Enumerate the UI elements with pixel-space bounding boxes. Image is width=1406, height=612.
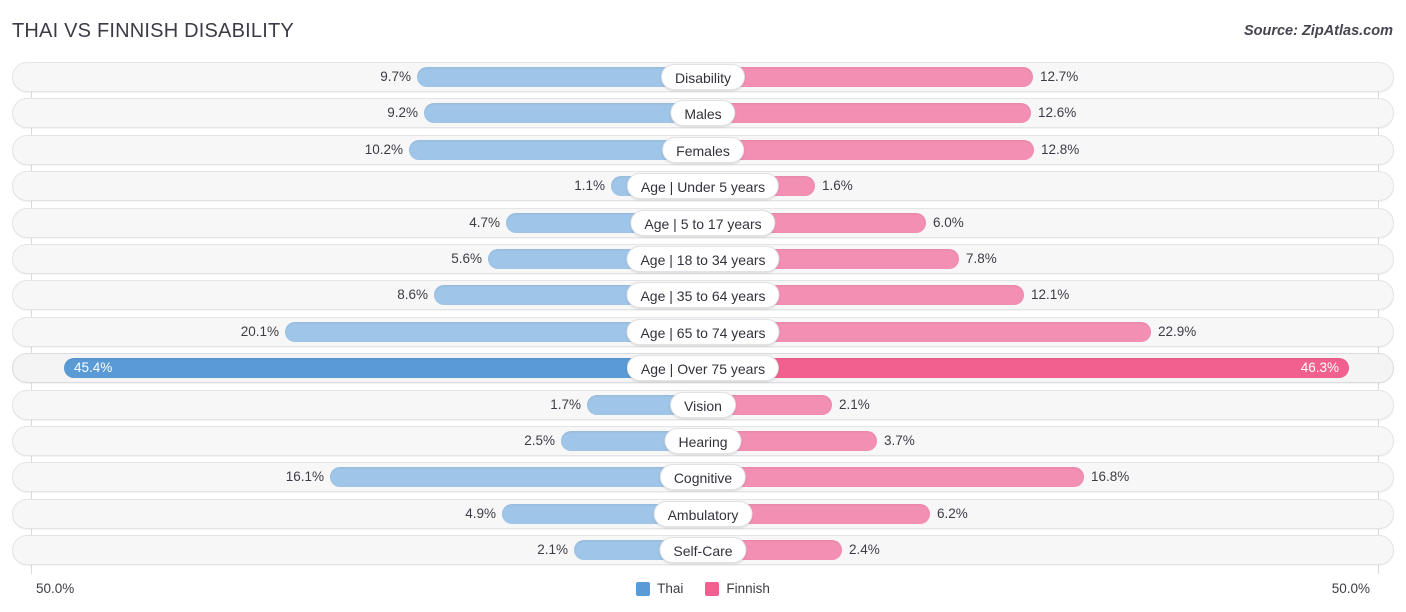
thai-value-label: 20.1%	[240, 323, 279, 339]
page-title: THAI VS FINNISH DISABILITY	[12, 20, 294, 42]
thai-value-label: 8.6%	[397, 287, 428, 303]
legend-item[interactable]: Finnish	[705, 581, 770, 596]
thai-value-label: 1.1%	[574, 178, 605, 194]
finnish-value-label: 2.4%	[849, 542, 880, 558]
category-label-pill[interactable]: Hearing	[664, 427, 742, 454]
thai-value-label: 10.2%	[364, 141, 403, 157]
legend-label: Thai	[657, 581, 684, 596]
table-row[interactable]: 20.1% 22.9% Age | 65 to 74 years	[0, 316, 1406, 347]
table-row[interactable]: 9.2% 12.6% Males	[0, 98, 1406, 129]
finnish-value-label: 12.1%	[1031, 287, 1070, 303]
table-row[interactable]: 9.7% 12.7% Disability	[0, 62, 1406, 92]
finnish-value-label: 46.3%	[1300, 360, 1339, 376]
finnish-value-label: 22.9%	[1158, 323, 1197, 339]
category-label-pill[interactable]: Age | Over 75 years	[626, 355, 780, 382]
table-row[interactable]: 5.6% 7.8% Age | 18 to 34 years	[0, 243, 1406, 274]
thai-bar[interactable]	[424, 103, 703, 124]
finnish-value-label: 12.8%	[1041, 141, 1080, 157]
table-row[interactable]: 4.7% 6.0% Age | 5 to 17 years	[0, 207, 1406, 238]
thai-value-label: 5.6%	[451, 250, 482, 266]
category-label-pill[interactable]: Males	[670, 100, 736, 127]
finnish-value-label: 1.6%	[822, 178, 853, 194]
table-row[interactable]: 4.9% 6.2% Ambulatory	[0, 498, 1406, 529]
chart-plot-area: 9.7% 12.7% Disability 9.2% 12.6% Males 10.2% 12…	[0, 62, 1406, 574]
category-label-pill[interactable]: Age | 18 to 34 years	[626, 245, 780, 272]
legend-label: Finnish	[726, 581, 770, 596]
category-label-pill[interactable]: Age | 65 to 74 years	[626, 318, 780, 345]
category-label-pill[interactable]: Disability	[660, 64, 746, 90]
category-label-pill[interactable]: Vision	[670, 391, 736, 418]
finnish-value-label: 2.1%	[839, 396, 870, 412]
thai-value-label: 4.7%	[469, 214, 500, 230]
category-label-pill[interactable]: Self-Care	[659, 537, 747, 564]
legend-swatch-icon	[705, 581, 720, 596]
category-label-pill[interactable]: Age | 5 to 17 years	[630, 209, 776, 236]
legend-item[interactable]: Thai	[636, 581, 683, 596]
finnish-value-label: 3.7%	[884, 432, 915, 448]
finnish-value-label: 7.8%	[966, 250, 997, 266]
finnish-bar[interactable]	[703, 139, 1034, 160]
thai-value-label: 2.5%	[524, 432, 555, 448]
table-row[interactable]: 2.5% 3.7% Hearing	[0, 425, 1406, 456]
table-row[interactable]: 16.1% 16.8% Cognitive	[0, 462, 1406, 493]
table-row[interactable]: 10.2% 12.8% Females	[0, 134, 1406, 165]
category-label-pill[interactable]: Age | 35 to 64 years	[626, 282, 780, 309]
chart-header: THAI VS FINNISH DISABILITY Source: ZipAt…	[0, 0, 1406, 62]
finnish-value-label: 12.6%	[1038, 105, 1077, 121]
finnish-value-label: 6.0%	[933, 214, 964, 230]
finnish-value-label: 12.7%	[1040, 69, 1079, 84]
thai-value-label: 1.7%	[550, 396, 581, 412]
finnish-value-label: 16.8%	[1091, 469, 1130, 485]
thai-value-label: 16.1%	[285, 469, 324, 485]
finnish-bar[interactable]	[703, 103, 1031, 124]
chart-legend: Thai Finnish	[0, 581, 1406, 596]
table-row[interactable]: 8.6% 12.1% Age | 35 to 64 years	[0, 280, 1406, 311]
bar-row-list: 9.7% 12.7% Disability 9.2% 12.6% Males 10.2% 12…	[0, 62, 1406, 571]
thai-bar[interactable]	[330, 467, 703, 488]
category-label-pill[interactable]: Ambulatory	[653, 500, 753, 527]
thai-value-label: 2.1%	[537, 542, 568, 558]
finnish-bar[interactable]	[703, 467, 1084, 488]
category-label-pill[interactable]: Females	[662, 136, 744, 163]
finnish-bar[interactable]	[703, 67, 1033, 87]
category-label-pill[interactable]: Age | Under 5 years	[626, 173, 780, 200]
thai-value-label: 45.4%	[74, 360, 113, 376]
table-row[interactable]: 45.4% 46.3% Age | Over 75 years	[0, 353, 1406, 384]
chart-footer: 50.0% 50.0% Thai Finnish	[0, 574, 1406, 612]
table-row[interactable]: 1.1% 1.6% Age | Under 5 years	[0, 171, 1406, 202]
thai-value-label: 4.9%	[465, 505, 496, 521]
table-row[interactable]: 1.7% 2.1% Vision	[0, 389, 1406, 420]
legend-swatch-icon	[636, 581, 651, 596]
thai-value-label: 9.7%	[380, 69, 411, 84]
table-row[interactable]: 2.1% 2.4% Self-Care	[0, 535, 1406, 566]
finnish-value-label: 6.2%	[937, 505, 968, 521]
category-label-pill[interactable]: Cognitive	[659, 464, 747, 491]
thai-bar[interactable]	[409, 139, 703, 160]
source-attribution: Source: ZipAtlas.com	[1243, 23, 1393, 39]
thai-value-label: 9.2%	[387, 105, 418, 121]
